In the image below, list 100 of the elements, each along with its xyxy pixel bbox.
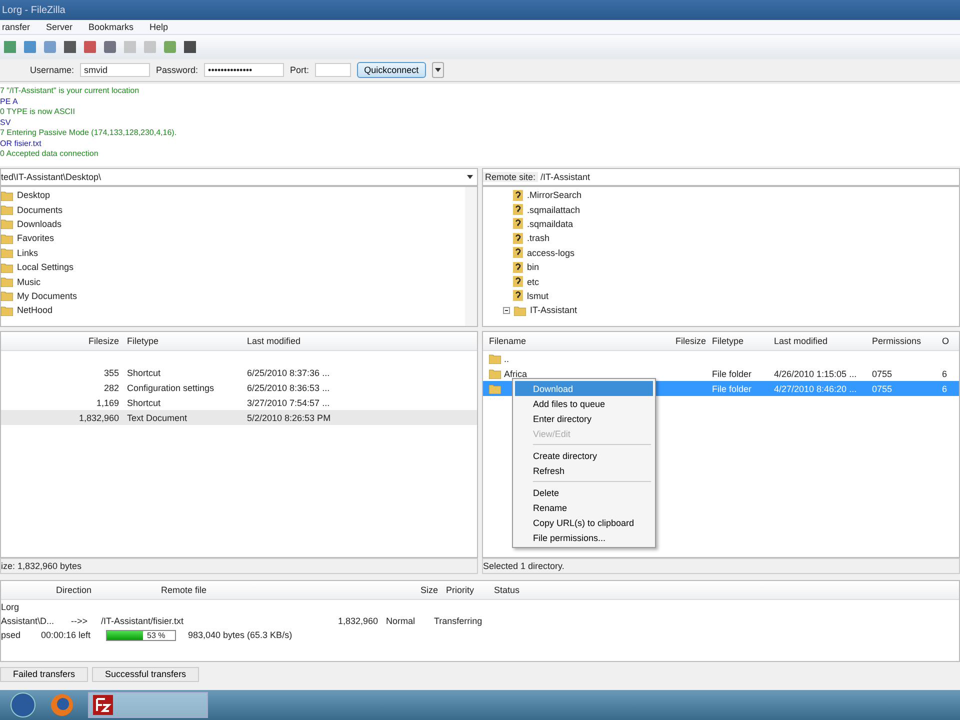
tab[interactable]: Failed transfers — [0, 666, 88, 682]
tree-item[interactable]: access-logs — [527, 248, 575, 258]
column-header[interactable]: Filetype — [706, 336, 768, 346]
file-row[interactable]: Africa File folder 4/26/2010 1:15:05 ... 0755 6 — [483, 366, 959, 381]
file-row[interactable]: 1,169 Shortcut 3/27/2010 7:54:57 ... — [1, 395, 477, 410]
column-header[interactable]: Permissions — [866, 336, 936, 346]
column-header[interactable]: Priority — [446, 585, 494, 595]
column-header[interactable]: Filesize — [29, 336, 119, 346]
table-cell-text: 1,169 — [95, 398, 119, 408]
menu-item[interactable]: ransfer — [0, 22, 32, 32]
table-cell-text: 983,040 bytes (65.3 KB/s) — [187, 630, 292, 640]
table-cell: 4/27/2010 8:46:20 ... — [774, 384, 857, 394]
toolbar-icon[interactable] — [62, 39, 78, 55]
menu-item[interactable]: Help — [148, 22, 170, 32]
column-header[interactable]: O — [936, 336, 950, 346]
field-label: Password: — [156, 65, 198, 75]
log-line: OR fisier.txt — [0, 138, 42, 149]
tree-item[interactable]: Downloads — [17, 218, 62, 229]
column-header[interactable]: Filetype — [119, 336, 239, 346]
menu-item[interactable]: Create directory — [515, 448, 653, 463]
folder-icon — [1, 218, 13, 230]
port-field[interactable] — [315, 63, 352, 77]
field-label: Port: — [290, 65, 310, 75]
file-row[interactable]: 282 Configuration settings 6/25/2010 8:36:53 ... — [1, 380, 477, 395]
password-field[interactable]: •••••••••••••• — [204, 63, 284, 77]
tree-item[interactable]: .sqmailattach — [527, 204, 580, 215]
tree-item[interactable]: Links — [17, 248, 38, 258]
field-label: Remote site: — [483, 172, 538, 182]
table-cell-text: 5/2/2010 8:26:53 PM — [246, 412, 332, 422]
table-cell: File folder — [712, 368, 752, 378]
menu-item[interactable]: Delete — [515, 485, 653, 500]
folder-question-icon — [513, 204, 523, 216]
folder-icon — [1, 290, 13, 302]
tree-item[interactable]: lsmut — [527, 290, 549, 301]
remote-path-field[interactable]: /IT-Assistant — [540, 172, 590, 182]
window-title: Lorg - FileZilla — [2, 4, 66, 16]
tree-item[interactable]: Music — [17, 276, 41, 287]
tab[interactable]: Successful transfers — [92, 666, 200, 682]
column-header[interactable]: Size — [351, 585, 446, 595]
column-header[interactable]: Remote file — [161, 585, 351, 595]
tree-item[interactable]: Favorites — [17, 233, 54, 244]
table-cell-text: 282 — [102, 382, 119, 392]
column-header[interactable]: Last modified — [768, 336, 866, 346]
dropdown-icon[interactable] — [467, 175, 473, 179]
log-line: PE A — [0, 96, 19, 107]
folder-icon — [514, 304, 526, 316]
tree-item[interactable]: Documents — [17, 204, 63, 215]
folder-question-icon — [513, 232, 523, 244]
tree-item[interactable]: My Documents — [17, 290, 78, 301]
taskbar-button[interactable] — [88, 692, 208, 718]
folder-icon — [1, 276, 13, 288]
column-header[interactable]: Filename — [483, 336, 668, 346]
tree-item[interactable]: .sqmaildata — [527, 218, 574, 229]
toolbar-icon[interactable] — [182, 39, 198, 55]
tree-item[interactable]: etc — [527, 276, 540, 287]
table-cell: 0755 — [872, 384, 892, 394]
menu-item[interactable]: Add files to queue — [515, 396, 653, 411]
tree-item[interactable]: Desktop — [17, 190, 50, 200]
status-text: Selected 1 directory. — [483, 561, 564, 571]
collapse-icon[interactable] — [503, 306, 510, 314]
folder-icon — [1, 304, 13, 316]
table-cell-text: psed — [1, 630, 22, 640]
table-cell: Transferring — [434, 616, 482, 626]
tree-item[interactable]: IT-Assistant — [530, 305, 578, 316]
toolbar-icon[interactable] — [82, 39, 98, 55]
menu-item[interactable]: Refresh — [515, 463, 653, 478]
folder-question-icon — [513, 290, 523, 302]
table-cell-text: 00:00:16 left — [41, 630, 92, 640]
scrollbar[interactable] — [465, 187, 477, 326]
server-name: Lorg — [1, 602, 20, 612]
menu-item[interactable]: Rename — [515, 500, 653, 515]
column-header[interactable]: Last modified — [239, 336, 339, 346]
log-line: 7 Entering Passive Mode (174,133,128,230,4,16). — [0, 128, 178, 138]
tree-item[interactable]: .MirrorSearch — [527, 190, 582, 200]
file-row[interactable]: 355 Shortcut 6/25/2010 8:37:36 ... — [1, 365, 477, 380]
dropdown-button[interactable] — [432, 62, 444, 78]
folder-question-icon — [513, 262, 523, 273]
tree-item[interactable]: Local Settings — [17, 262, 74, 272]
tree-item[interactable]: bin — [527, 262, 540, 272]
column-header[interactable]: Direction — [1, 585, 161, 595]
folder-question-icon — [513, 276, 523, 288]
browser-icon[interactable] — [50, 693, 74, 717]
file-row[interactable]: 1,832,960 Text Document 5/2/2010 8:26:53 PM — [1, 410, 477, 425]
start-button[interactable] — [10, 692, 36, 718]
tree-item[interactable]: .trash — [527, 233, 550, 244]
column-header[interactable]: Status — [494, 585, 554, 595]
file-row[interactable]: .. — [483, 351, 959, 366]
username-field[interactable]: smvid — [80, 63, 150, 77]
menu-item[interactable]: Copy URL(s) to clipboard — [515, 515, 653, 530]
column-header[interactable]: Filesize — [668, 336, 706, 346]
tree-item[interactable]: NetHood — [17, 305, 53, 316]
menu-item[interactable]: Server — [44, 22, 75, 32]
toolbar-icon[interactable] — [102, 39, 118, 55]
menu-item[interactable]: Bookmarks — [86, 22, 136, 32]
table-cell-text: 1,832,960 — [336, 616, 379, 626]
log-line: 0 Accepted data connection — [0, 149, 100, 160]
menu-item[interactable]: File permissions... — [515, 530, 653, 545]
menu-item[interactable]: Enter directory — [515, 411, 653, 426]
status-text: ize: 1,832,960 bytes — [1, 561, 82, 571]
quickconnect-button[interactable]: Quickconnect — [357, 62, 426, 78]
